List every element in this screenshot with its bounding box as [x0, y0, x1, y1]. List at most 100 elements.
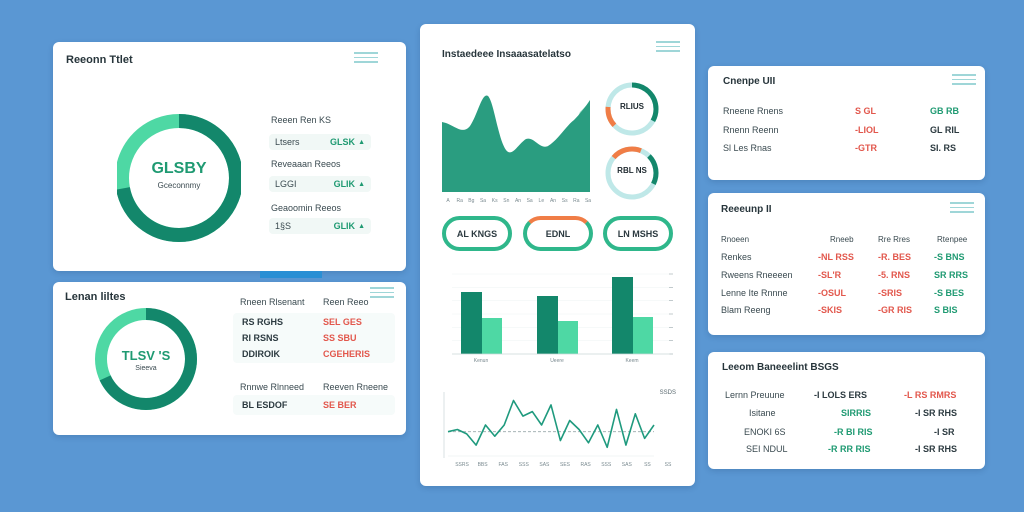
triangle-up-icon: ▲: [358, 138, 365, 146]
x-tick-label: Sa: [585, 198, 591, 204]
x-tick-label: Sn: [503, 198, 509, 204]
bar-dark: [537, 296, 558, 354]
bar-tick-label: Ueere: [550, 358, 564, 364]
donut-label: Sieeva: [135, 365, 157, 372]
x-tick-label: BBS: [478, 462, 489, 468]
x-tick-label: Ks: [492, 198, 498, 204]
card-title: Cnenpe UII: [723, 76, 776, 87]
row-value: SEL GES: [323, 317, 362, 327]
column-header: Rneeb: [830, 235, 854, 244]
line-chart: SSDS SSRS BBS FAS SSS SAS SES RAS SSS SAS SS SS: [443, 390, 676, 468]
area-series-front: [442, 95, 590, 192]
menu-icon[interactable]: [952, 74, 976, 88]
ring-label: RLIUS: [620, 102, 644, 111]
column-header: Reeven Rneene: [323, 382, 389, 392]
bar-light: [633, 317, 653, 354]
performance-card: Reeeunp II Rnoeen Rneeb Rre Rres Rtenpee…: [708, 193, 985, 335]
row-value: SIRRIS: [841, 408, 872, 418]
card-title: Leeom Baneeelint BSGS: [722, 362, 839, 373]
x-tick-label: SAS: [622, 462, 633, 468]
stat-label: Ltsers: [275, 137, 300, 147]
menu-icon[interactable]: [950, 202, 974, 216]
stat-value: GLIK: [333, 221, 356, 231]
line-series: [447, 399, 655, 449]
row-value: -I LOLS ERS: [814, 390, 868, 400]
row-value: -NL RSS: [818, 252, 854, 262]
menu-icon[interactable]: [370, 287, 394, 301]
summary-card: Reeonn Ttlet GLSBY Gceconnmy Reeen Ren K…: [53, 42, 406, 271]
row-label: Lernn Preuune: [725, 390, 785, 400]
column-header: Rnoeen: [721, 235, 750, 244]
row-value: SS SBU: [323, 333, 357, 343]
x-tick-label: Sa: [527, 198, 533, 204]
row-label: Lenne Ite Rnnne: [721, 288, 788, 298]
stat-row[interactable]: Ltsers GLSK ▲: [269, 134, 371, 150]
row-value: S BIS: [934, 305, 958, 315]
row-value: DDIROIK: [242, 349, 280, 359]
bar-light: [558, 321, 578, 354]
x-tick-label: SSRS: [455, 462, 469, 468]
row-value: -L RS RMRS: [904, 390, 957, 400]
compare-card: Cnenpe UII Rneene Rnens S GL GB RB Rnenn…: [708, 66, 985, 180]
area-x-ticks: A Ra Bg Sa Ks Sn An Sa Le An Ss Ra Sa: [446, 198, 591, 204]
card-title: Instaedeee Insaaasatelatso: [442, 49, 571, 60]
stats-header: Reeen Ren KS: [271, 115, 332, 125]
x-tick-label: Ra: [456, 198, 463, 204]
row-value: -GR RIS: [878, 305, 913, 315]
stat-label: 1§S: [275, 221, 292, 231]
line-tag: SSDS: [660, 390, 676, 396]
filter-pill[interactable]: EDNL: [523, 216, 593, 251]
menu-icon[interactable]: [354, 52, 378, 66]
stat-label: LGGI: [275, 179, 297, 189]
stat-value: GLSK: [330, 137, 356, 147]
row-value: -OSUL: [818, 288, 846, 298]
row-value: S GL: [855, 106, 877, 116]
x-tick-label: An: [515, 198, 521, 204]
column-header: Reen Reeo: [323, 297, 369, 307]
donut-value: TLSV 'S: [121, 348, 171, 363]
row-value: -R RR RIS: [828, 444, 871, 454]
row-label: Rneene Rnens: [723, 106, 784, 116]
x-tick-label: Ss: [562, 198, 568, 204]
row-value: RI RSNS: [242, 333, 279, 343]
details-card: Lenan liltes TLSV 'S Sieeva Rneen Rlsena…: [53, 282, 406, 435]
row-value: BL ESDOF: [242, 400, 288, 410]
row-value: -GTR: [855, 143, 877, 153]
menu-icon[interactable]: [656, 41, 680, 55]
stat-row[interactable]: LGGI GLIK ▲: [269, 176, 371, 192]
column-header: Rtenpee: [937, 235, 968, 244]
row-value: SI. RS: [930, 143, 957, 153]
x-tick-label: SAS: [539, 462, 550, 468]
card-title: Reeonn Ttlet: [66, 54, 133, 66]
row-value: -SRIS: [878, 288, 903, 298]
x-tick-label: Le: [539, 198, 545, 204]
row-value: -SKIS: [818, 305, 843, 315]
row-label: Blam Reeng: [721, 305, 771, 315]
card-title: Reeeunp II: [721, 204, 772, 215]
x-tick-label: SSS: [601, 462, 612, 468]
row-value: -R BI RIS: [834, 427, 873, 437]
filter-pill[interactable]: LN MSHS: [603, 216, 673, 251]
x-tick-label: FAS: [498, 462, 508, 468]
x-tick-label: Bg: [468, 198, 474, 204]
accent-strip: [260, 271, 322, 278]
stat-label: Geaoomin Reeos: [271, 203, 342, 213]
row-value: -R. BES: [878, 252, 912, 262]
stat-row[interactable]: 1§S GLIK ▲: [269, 218, 371, 234]
row-value: -LIOL: [855, 125, 879, 135]
x-tick-label: An: [550, 198, 556, 204]
x-tick-label: RAS: [580, 462, 591, 468]
balance-card: Leeom Baneeelint BSGS Lernn Preuune -I L…: [708, 352, 985, 469]
stat-value: GLIK: [333, 179, 356, 189]
triangle-up-icon: ▲: [358, 180, 365, 188]
x-tick-label: A: [446, 198, 450, 204]
x-tick-label: SES: [560, 462, 571, 468]
row-label: Sl Les Rnas: [723, 143, 772, 153]
row-value: -I SR RHS: [915, 444, 958, 454]
card-title: Lenan liltes: [65, 291, 126, 303]
row-value: -I SR: [934, 427, 955, 437]
filter-pill[interactable]: AL KNGS: [442, 216, 512, 251]
row-label: ENOKI 6S: [744, 427, 786, 437]
column-header: Rre Rres: [878, 235, 911, 244]
row-label: Rnenn Reenn: [723, 125, 779, 135]
